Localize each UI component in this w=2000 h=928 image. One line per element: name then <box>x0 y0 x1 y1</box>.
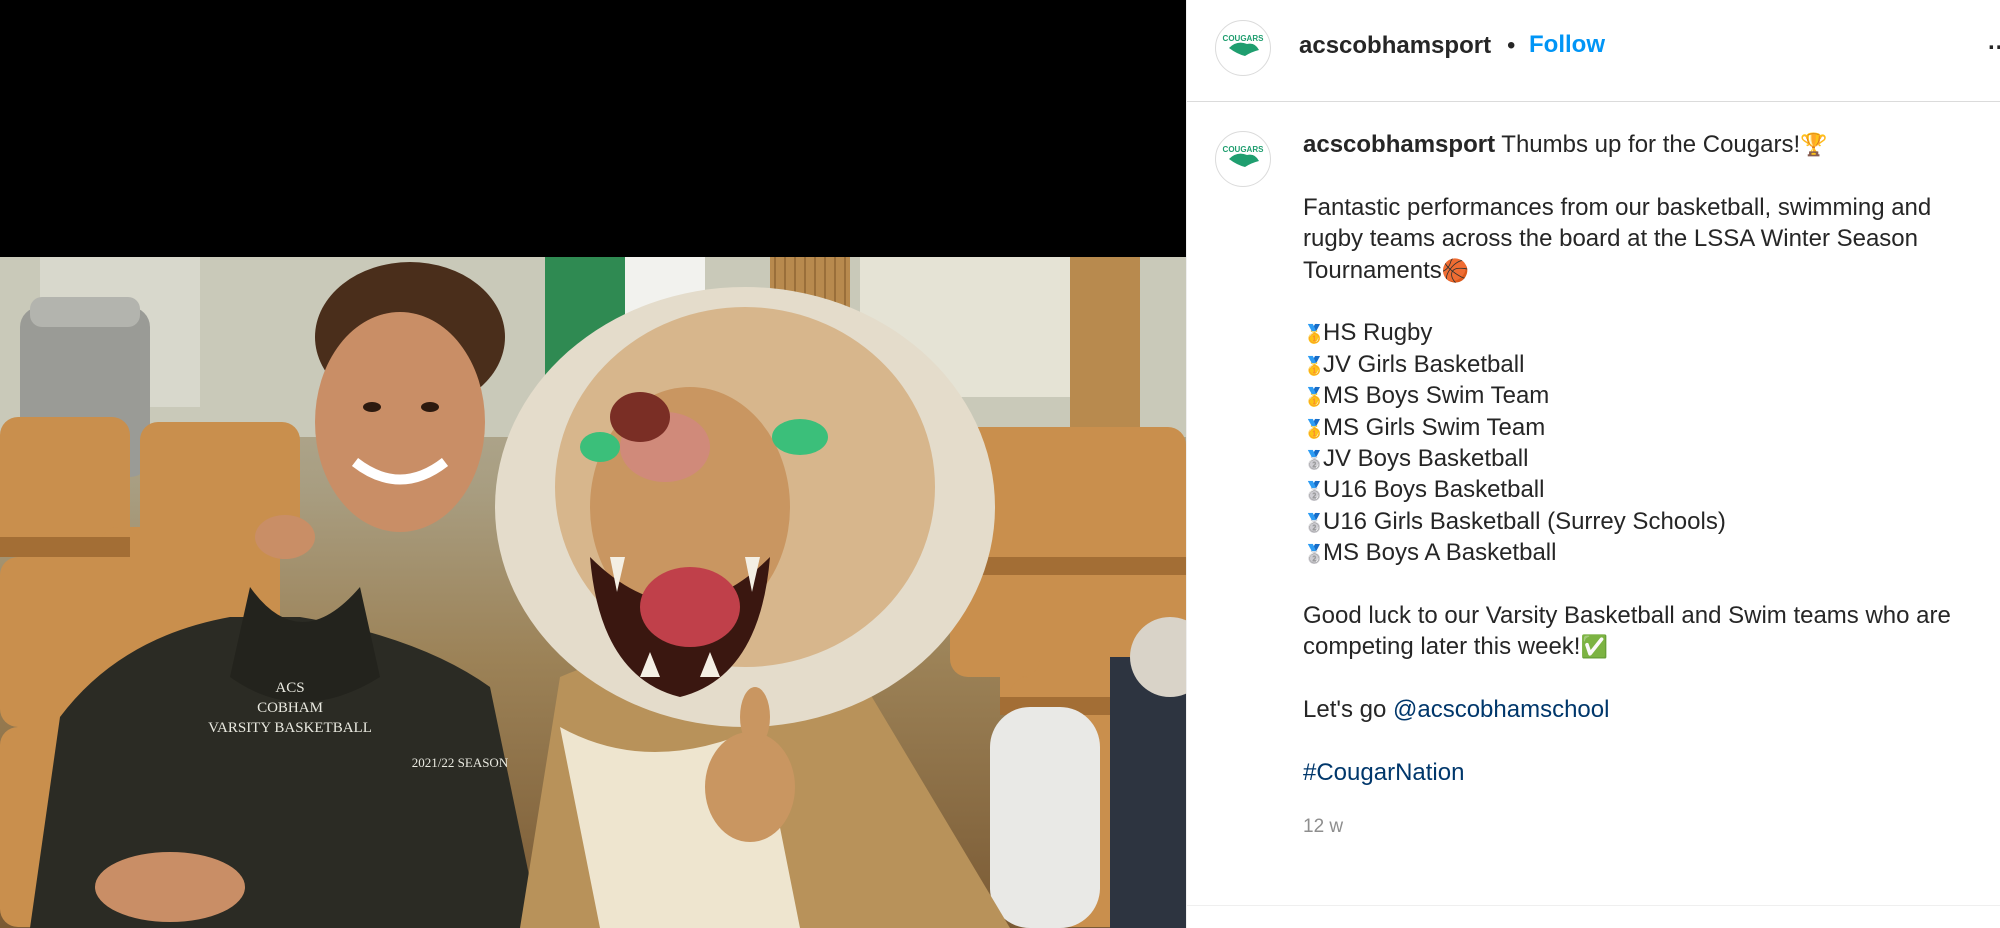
results-list: 🥇HS Rugby 🥇JV Girls Basketball 🥇MS Boys Sw… <box>1303 317 1983 568</box>
hashtag-link[interactable]: #CougarNation <box>1303 759 1464 786</box>
basketball-icon: 🏀 <box>1441 257 1470 283</box>
gold-medal-icon: 🥇 <box>1303 418 1326 439</box>
caption-hashtag-line: #CougarNation <box>1303 757 1983 788</box>
silver-medal-icon: 🥈 <box>1303 449 1326 470</box>
cougar-logo-icon: COUGARS <box>1218 23 1268 73</box>
silver-medal-icon: 🥈 <box>1303 481 1326 502</box>
trophy-icon: 🏆 <box>1800 132 1828 157</box>
result-team-name: JV Girls Basketball <box>1323 350 1525 378</box>
divider <box>1187 905 2000 906</box>
result-team-name: U16 Boys Basketball <box>1323 476 1545 504</box>
post-timestamp[interactable]: 12 w <box>1303 816 1343 838</box>
check-mark-icon: ✅ <box>1580 634 1608 660</box>
post-side-panel: COUGARS acscobhamsport • Follow … COUGAR… <box>1186 0 2000 928</box>
hoodie-text-acs: ACS <box>275 680 304 696</box>
caption-avatar[interactable]: COUGARS <box>1215 131 1271 187</box>
silver-medal-icon: 🥈 <box>1303 544 1326 565</box>
more-options-icon[interactable]: … <box>1987 28 2000 56</box>
follow-button[interactable]: Follow <box>1529 31 1605 59</box>
silver-medal-icon: 🥈 <box>1303 512 1326 533</box>
result-list-item: 🥈MS Boys A Basketball <box>1303 537 1983 568</box>
post-caption: acscobhamsport Thumbs up for the Cougars… <box>1303 129 1983 788</box>
result-list-item: 🥈U16 Girls Basketball (Surrey Schools) <box>1303 506 1983 537</box>
post-author-username[interactable]: acscobhamsport <box>1299 32 1491 60</box>
result-team-name: U16 Girls Basketball (Surrey Schools) <box>1323 507 1726 535</box>
gold-medal-icon: 🥇 <box>1303 355 1326 376</box>
result-list-item: 🥇HS Rugby <box>1303 317 1983 348</box>
result-list-item: 🥇MS Girls Swim Team <box>1303 412 1983 443</box>
caption-headline: Thumbs up for the Cougars! <box>1501 131 1801 158</box>
post-header: COUGARS acscobhamsport • Follow … <box>1187 0 2000 102</box>
result-list-item: 🥈JV Boys Basketball <box>1303 443 1983 474</box>
post-photo: 4 <box>0 257 1186 928</box>
caption-paragraph-2: Good luck to our Varsity Basketball and … <box>1303 601 1951 661</box>
hoodie-text-cobham: COBHAM <box>257 700 323 716</box>
result-team-name: MS Girls Swim Team <box>1323 413 1546 441</box>
caption-headline-line: acscobhamsport Thumbs up for the Cougars… <box>1303 129 1983 160</box>
gold-medal-icon: 🥇 <box>1303 324 1326 345</box>
svg-text:COUGARS: COUGARS <box>1223 145 1265 154</box>
result-team-name: MS Boys A Basketball <box>1323 539 1557 567</box>
cougar-logo-icon: COUGARS <box>1218 134 1268 184</box>
svg-text:COUGARS: COUGARS <box>1223 34 1265 43</box>
separator-dot: • <box>1507 32 1516 59</box>
result-list-item: 🥇MS Boys Swim Team <box>1303 380 1983 411</box>
profile-avatar[interactable]: COUGARS <box>1215 20 1271 76</box>
caption-username[interactable]: acscobhamsport <box>1303 131 1495 158</box>
photo-illustration: 4 <box>0 257 1186 928</box>
mention-link[interactable]: @acscobhamschool <box>1393 696 1609 723</box>
result-list-item: 🥇JV Girls Basketball <box>1303 349 1983 380</box>
result-team-name: MS Boys Swim Team <box>1323 382 1550 410</box>
result-list-item: 🥈U16 Boys Basketball <box>1303 474 1983 505</box>
hoodie-text-season: 2021/22 SEASON <box>412 755 509 770</box>
post-media: 4 <box>0 0 1186 928</box>
hoodie-text-varsity: VARSITY BASKETBALL <box>208 720 372 736</box>
caption-paragraph-1: Fantastic performances from our basketba… <box>1303 193 1932 284</box>
result-team-name: JV Boys Basketball <box>1323 444 1529 472</box>
gold-medal-icon: 🥇 <box>1303 387 1326 408</box>
caption-letsgo-line: Let's go @acscobhamschool <box>1303 696 1610 724</box>
result-team-name: HS Rugby <box>1323 319 1433 347</box>
